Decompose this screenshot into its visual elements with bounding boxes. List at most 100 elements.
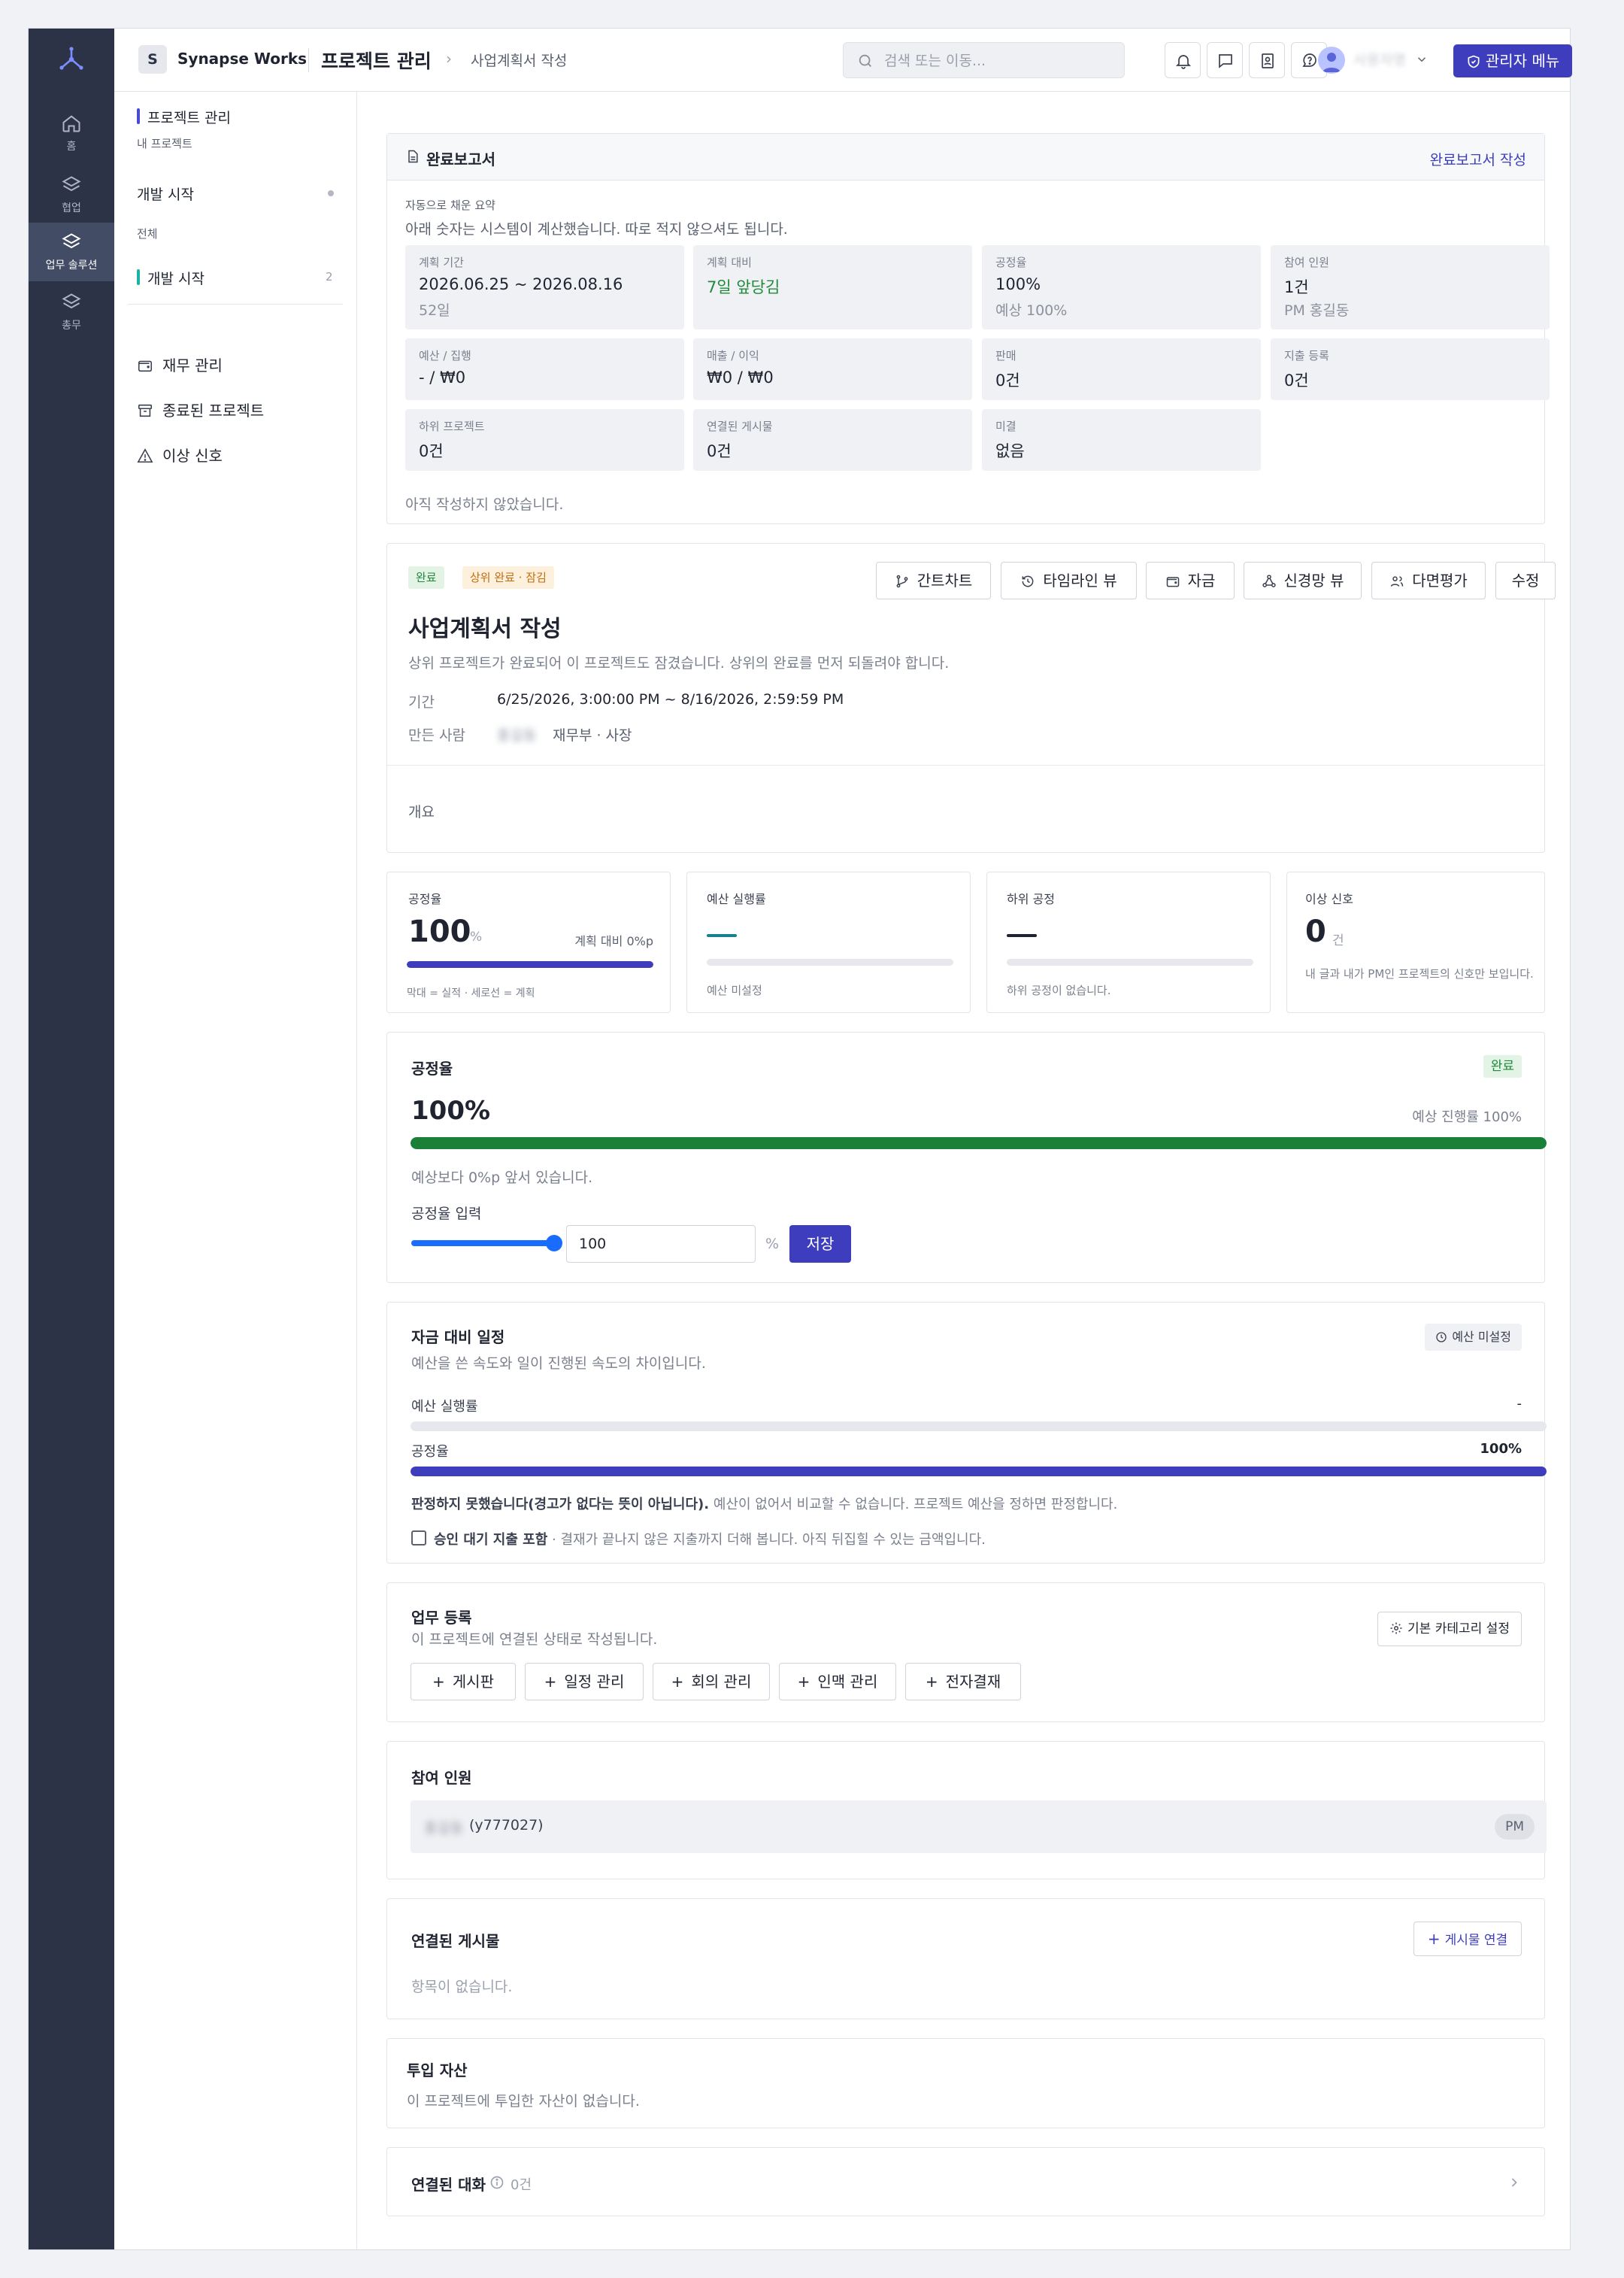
messages-button[interactable] bbox=[1207, 42, 1243, 78]
status-badge: 완료 bbox=[408, 566, 444, 589]
user-avatar[interactable] bbox=[1318, 47, 1345, 74]
member-row[interactable]: 홍길동 (y777027) PM bbox=[411, 1800, 1547, 1853]
kpi-note: 내 글과 내가 PM인 프로젝트의 신호만 보입니다. bbox=[1305, 967, 1534, 981]
checkbox-desc: · 결재가 끝나지 않은 지출까지 더해 봅니다. 아직 뒤집힐 수 있는 금액… bbox=[547, 1532, 986, 1548]
button-label: 기본 카테고리 설정 bbox=[1407, 1621, 1510, 1636]
card-header bbox=[387, 134, 1544, 180]
tile-value: 7일 앞당김 bbox=[707, 278, 780, 296]
add-approval-button[interactable]: + 전자결재 bbox=[905, 1663, 1021, 1700]
work-registration-card: 업무 등록 이 프로젝트에 연결된 상태로 작성됩니다. 기본 카테고리 설정 … bbox=[386, 1582, 1545, 1722]
tile-vs-plan: 계획 대비 7일 앞당김 bbox=[693, 245, 972, 329]
group-color-indicator bbox=[137, 269, 140, 285]
branch-icon bbox=[896, 575, 908, 588]
kpi-label: 예산 실행률 bbox=[707, 892, 766, 906]
slider-thumb[interactable] bbox=[546, 1235, 562, 1251]
unit-label: % bbox=[765, 1236, 780, 1252]
sidebar-group-dev-start[interactable]: 개발 시작 bbox=[137, 184, 194, 204]
sidebar-item-closed-projects[interactable]: 종료된 프로젝트 bbox=[137, 399, 264, 420]
auto-summary-desc: 아래 숫자는 시스템이 계산했습니다. 따로 적지 않으셔도 됩니다. bbox=[405, 221, 788, 238]
creator-name: 홍길동 bbox=[497, 727, 537, 744]
history-icon bbox=[1022, 575, 1034, 587]
progress-value: 100% bbox=[411, 1096, 491, 1126]
chat-count: 0건 bbox=[511, 2177, 532, 2193]
brand-initial[interactable]: S bbox=[138, 45, 167, 74]
contacts-button[interactable] bbox=[1249, 42, 1285, 78]
add-meeting-button[interactable]: + 회의 관리 bbox=[653, 1663, 770, 1700]
rail-item-work-solution[interactable]: 업무 솔루션 bbox=[29, 223, 114, 281]
app-logo-icon[interactable] bbox=[57, 45, 86, 74]
button-label: 회의 관리 bbox=[691, 1673, 752, 1691]
add-contacts-button[interactable]: + 인맥 관리 bbox=[779, 1663, 896, 1700]
button-label: 간트차트 bbox=[917, 572, 973, 590]
rail-item-general-affairs[interactable]: 총무 bbox=[29, 283, 114, 340]
pending-expense-checkbox[interactable] bbox=[411, 1530, 426, 1545]
multi-review-button[interactable]: 다면평가 bbox=[1371, 562, 1486, 599]
rail-item-collab[interactable]: 협업 bbox=[29, 165, 114, 223]
progress-label: 공정율 bbox=[411, 1444, 449, 1460]
write-report-link[interactable]: 완료보고서 작성 bbox=[1430, 149, 1526, 169]
message-icon bbox=[1219, 54, 1232, 68]
sidebar-section-title[interactable]: 프로젝트 관리 bbox=[147, 107, 231, 127]
search-box[interactable] bbox=[843, 42, 1125, 78]
shield-check-icon bbox=[1468, 55, 1480, 68]
gantt-button[interactable]: 간트차트 bbox=[876, 562, 991, 599]
brand-name[interactable]: Synapse Works bbox=[177, 50, 307, 68]
kpi-label: 공정율 bbox=[408, 892, 442, 906]
rail-item-label: 총무 bbox=[62, 320, 81, 332]
funds-button[interactable]: 자금 bbox=[1146, 562, 1235, 599]
sidebar-item-label: 이상 신호 bbox=[162, 447, 223, 465]
notifications-button[interactable] bbox=[1165, 42, 1201, 78]
sidebar-item-count: 2 bbox=[326, 270, 333, 284]
network-view-button[interactable]: 신경망 뷰 bbox=[1244, 562, 1362, 599]
sidebar-item-dev-start[interactable]: 개발 시작 bbox=[147, 268, 205, 288]
tile-label: 예산 / 집행 bbox=[419, 349, 471, 362]
info-clock-icon bbox=[1436, 1332, 1447, 1342]
rail-item-home[interactable]: 홈 bbox=[29, 104, 114, 161]
tile-value: 0건 bbox=[995, 372, 1020, 390]
button-label: 게시판 bbox=[452, 1673, 494, 1691]
layers-icon bbox=[62, 176, 81, 192]
plus-icon: + bbox=[432, 1673, 445, 1691]
chevron-right-icon[interactable] bbox=[1507, 2175, 1522, 2190]
sidebar-item-finance[interactable]: 재무 관리 bbox=[137, 353, 223, 375]
home-icon bbox=[62, 115, 80, 132]
link-post-button[interactable]: + 게시물 연결 bbox=[1413, 1922, 1522, 1956]
info-icon bbox=[490, 2176, 504, 2189]
tile-sales: 판매 0건 bbox=[982, 338, 1261, 400]
chevron-down-icon[interactable] bbox=[1415, 53, 1429, 66]
save-button[interactable]: 저장 bbox=[789, 1225, 851, 1263]
tile-label: 하위 프로젝트 bbox=[419, 420, 485, 433]
linked-chat-card[interactable]: 연결된 대화 0건 bbox=[386, 2147, 1545, 2216]
add-schedule-button[interactable]: + 일정 관리 bbox=[525, 1663, 644, 1700]
sidebar-group-sub[interactable]: 전체 bbox=[137, 226, 158, 241]
default-category-settings-button[interactable]: 기본 카테고리 설정 bbox=[1377, 1612, 1522, 1646]
progress-input[interactable]: 100 bbox=[566, 1225, 756, 1263]
wallet-icon bbox=[138, 360, 153, 372]
active-indicator bbox=[137, 108, 140, 124]
breadcrumb-separator: › bbox=[446, 50, 452, 68]
button-label: 타임라인 뷰 bbox=[1043, 572, 1117, 590]
members-card: 참여 인원 홍길동 (y777027) PM bbox=[386, 1741, 1547, 1879]
user-name[interactable]: 사용자명 bbox=[1353, 49, 1406, 69]
fund-progress-bar bbox=[411, 1467, 1547, 1476]
admin-menu-button[interactable]: 관리자 메뉴 bbox=[1453, 44, 1572, 77]
creator-dept: 재무부 · 사장 bbox=[553, 727, 632, 744]
sidebar-item-anomaly[interactable]: 이상 신호 bbox=[137, 444, 223, 466]
edit-button[interactable]: 수정 bbox=[1495, 562, 1556, 599]
search-input[interactable] bbox=[884, 50, 1110, 71]
progress-card: 공정율 완료 100% 예상 진행률 100% 예상보다 0%p 앞서 있습니다… bbox=[386, 1032, 1547, 1283]
kpi-progress-card: 공정율 100 % 계획 대비 0%p 막대 = 실적 · 세로선 = 계획 bbox=[386, 872, 671, 1013]
breadcrumb-main[interactable]: 프로젝트 관리 bbox=[321, 47, 432, 74]
progress-slider[interactable] bbox=[411, 1240, 554, 1246]
sidebar-section-sub[interactable]: 내 프로젝트 bbox=[137, 135, 192, 151]
button-label: 자금 bbox=[1187, 572, 1216, 590]
timeline-view-button[interactable]: 타임라인 뷰 bbox=[1001, 562, 1137, 599]
divider bbox=[308, 48, 309, 72]
add-board-button[interactable]: + 게시판 bbox=[411, 1663, 516, 1700]
progress-value: 100% bbox=[1480, 1441, 1522, 1457]
kpi-subtasks-card: 하위 공정 하위 공정이 없습니다. bbox=[986, 872, 1271, 1013]
tile-members: 참여 인원 1건 PM 홍길동 bbox=[1271, 245, 1550, 329]
verdict-text: 판정하지 못했습니다(경고가 없다는 뜻이 아닙니다). 예산이 없어서 비교할… bbox=[411, 1494, 1117, 1513]
tile-value: - / ₩0 bbox=[419, 369, 466, 387]
tile-label: 공정율 bbox=[995, 256, 1027, 269]
